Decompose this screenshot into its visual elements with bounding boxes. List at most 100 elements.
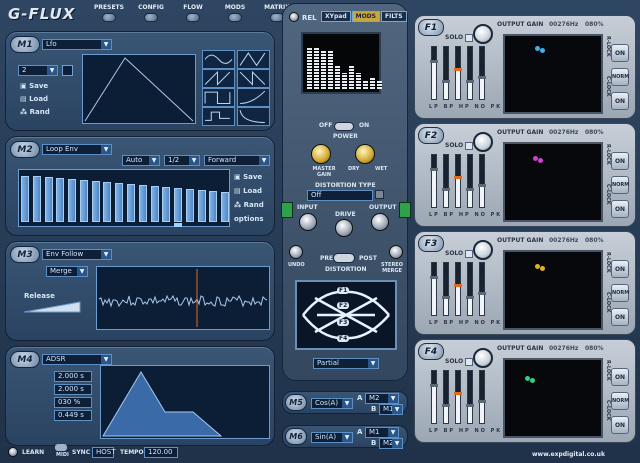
nav-flow[interactable]: FLOW	[172, 4, 214, 22]
filter-type-slider[interactable]	[430, 46, 438, 100]
shape-exp-icon[interactable]	[237, 107, 270, 126]
filter-type-slider[interactable]	[478, 370, 486, 424]
m2-source-select[interactable]: Loop Env ▼	[42, 144, 112, 155]
m4-decay-field[interactable]: 2.000 s	[54, 384, 92, 395]
m2-step-bar[interactable]	[127, 184, 135, 222]
learn-button[interactable]	[8, 447, 18, 457]
m1-waveform-display[interactable]	[82, 54, 196, 124]
undo-button[interactable]	[289, 245, 303, 259]
filter-type-slider[interactable]	[454, 262, 462, 316]
nav-presets[interactable]: PRESETS	[88, 4, 130, 22]
flow-node-f2[interactable]: F2	[337, 302, 350, 309]
distortion-type-select[interactable]: Off	[307, 190, 373, 201]
r-lock-toggle[interactable]: ON	[611, 260, 629, 278]
m2-step-bar[interactable]	[209, 191, 217, 222]
r-lock-toggle[interactable]: ON	[611, 368, 629, 386]
filter-xy-point[interactable]	[525, 376, 530, 381]
tab-filts[interactable]: FILTS	[380, 11, 407, 22]
filter-type-slider[interactable]	[430, 154, 438, 208]
m2-step-bar[interactable]	[21, 176, 29, 222]
c-lock-toggle[interactable]: ON	[611, 92, 629, 110]
m6-function-select[interactable]: Sin(A) ▼	[311, 432, 353, 443]
r-lock-toggle[interactable]: ON	[611, 44, 629, 62]
filter-type-slider[interactable]	[478, 154, 486, 208]
m1-source-select[interactable]: Lfo ▼	[42, 39, 112, 50]
tempo-field[interactable]: 120.00	[144, 447, 178, 458]
m2-load-button[interactable]: ▤ Load	[234, 187, 262, 195]
m4-attack-field[interactable]: 2.000 s	[54, 371, 92, 382]
drive-knob[interactable]	[335, 219, 353, 237]
pre-post-switch[interactable]	[333, 253, 355, 263]
norm-button[interactable]: NORM	[611, 392, 629, 410]
filter-flow-display[interactable]: F1 F2 F3 F4	[295, 280, 397, 350]
filter-type-slider[interactable]	[442, 262, 450, 316]
tab-xypad[interactable]: XYpad	[321, 11, 351, 22]
filter-xy-display[interactable]	[503, 142, 603, 222]
m2-step-bar[interactable]	[151, 186, 159, 222]
m2-step-bar[interactable]	[68, 179, 76, 222]
filter-type-slider[interactable]	[466, 262, 474, 316]
shape-ramp-icon[interactable]	[237, 69, 270, 88]
m5-a-select[interactable]: M2 ▼	[365, 393, 399, 404]
flow-node-f4[interactable]: F4	[337, 335, 350, 342]
m2-step-bar[interactable]	[162, 187, 170, 222]
master-gain-knob[interactable]	[311, 144, 331, 164]
m2-rand-button[interactable]: ⁂ Rand	[234, 201, 264, 209]
stereo-merge-button[interactable]	[389, 245, 403, 259]
filter-xy-display[interactable]	[503, 34, 603, 114]
m2-step-bar[interactable]	[139, 185, 147, 222]
output-gain-knob[interactable]	[473, 240, 493, 260]
m2-step-bar[interactable]	[186, 189, 194, 222]
output-knob[interactable]	[371, 213, 389, 231]
filter-type-slider[interactable]	[454, 154, 462, 208]
output-gain-knob[interactable]	[473, 132, 493, 152]
output-gain-knob[interactable]	[473, 24, 493, 44]
m4-adsr-display[interactable]	[100, 365, 270, 439]
input-knob[interactable]	[299, 213, 317, 231]
nav-config[interactable]: CONFIG	[130, 4, 172, 22]
filter-xy-point[interactable]	[535, 46, 540, 51]
flow-mode-select[interactable]: Partial ▼	[313, 358, 379, 369]
filter-type-slider[interactable]	[442, 370, 450, 424]
shape-saw-icon[interactable]	[202, 69, 235, 88]
sync-mode-select[interactable]: HOST	[92, 447, 116, 458]
nav-mods[interactable]: MODS	[214, 4, 256, 22]
m5-function-select[interactable]: Cos(A) ▼	[311, 398, 353, 409]
c-lock-toggle[interactable]: ON	[611, 200, 629, 218]
m3-release-slider[interactable]	[22, 300, 84, 314]
distortion-checkbox[interactable]	[375, 190, 384, 199]
filter-xy-point[interactable]	[533, 156, 538, 161]
m4-sustain-field[interactable]: 030 %	[54, 397, 92, 408]
m1-rand-button[interactable]: ⁂ Rand	[20, 108, 50, 116]
filter-type-slider[interactable]	[454, 46, 462, 100]
m2-step-sequencer[interactable]	[18, 169, 230, 227]
solo-checkbox[interactable]	[465, 250, 473, 258]
norm-button[interactable]: NORM	[611, 176, 629, 194]
filter-xy-display[interactable]	[503, 358, 603, 438]
m2-step-bar[interactable]	[103, 182, 111, 222]
m2-save-button[interactable]: ▣ Save	[234, 173, 262, 181]
m2-step-bar[interactable]	[174, 188, 182, 222]
power-switch[interactable]	[334, 122, 354, 131]
filter-type-slider[interactable]	[478, 46, 486, 100]
m2-step-bar[interactable]	[198, 190, 206, 222]
c-lock-toggle[interactable]: ON	[611, 308, 629, 326]
filter-type-slider[interactable]	[466, 370, 474, 424]
rel-toggle[interactable]	[289, 12, 299, 22]
m1-save-button[interactable]: ▣ Save	[20, 82, 48, 90]
filter-xy-display[interactable]	[503, 250, 603, 330]
m6-b-select[interactable]: M2 ▼	[379, 438, 403, 449]
filter-xy-point[interactable]	[535, 264, 540, 269]
m1-load-button[interactable]: ▤ Load	[20, 95, 48, 103]
m4-release-field[interactable]: 0.449 s	[54, 410, 92, 421]
m1-rate-select[interactable]: 2 ▼	[18, 65, 58, 76]
filter-type-slider[interactable]	[442, 46, 450, 100]
norm-button[interactable]: NORM	[611, 284, 629, 302]
solo-checkbox[interactable]	[465, 358, 473, 366]
m2-step-bar[interactable]	[56, 178, 64, 222]
flow-node-f1[interactable]: F1	[337, 287, 350, 294]
filter-type-slider[interactable]	[478, 262, 486, 316]
filter-type-slider[interactable]	[466, 154, 474, 208]
output-gain-knob[interactable]	[473, 348, 493, 368]
shape-triangle-icon[interactable]	[237, 50, 270, 69]
